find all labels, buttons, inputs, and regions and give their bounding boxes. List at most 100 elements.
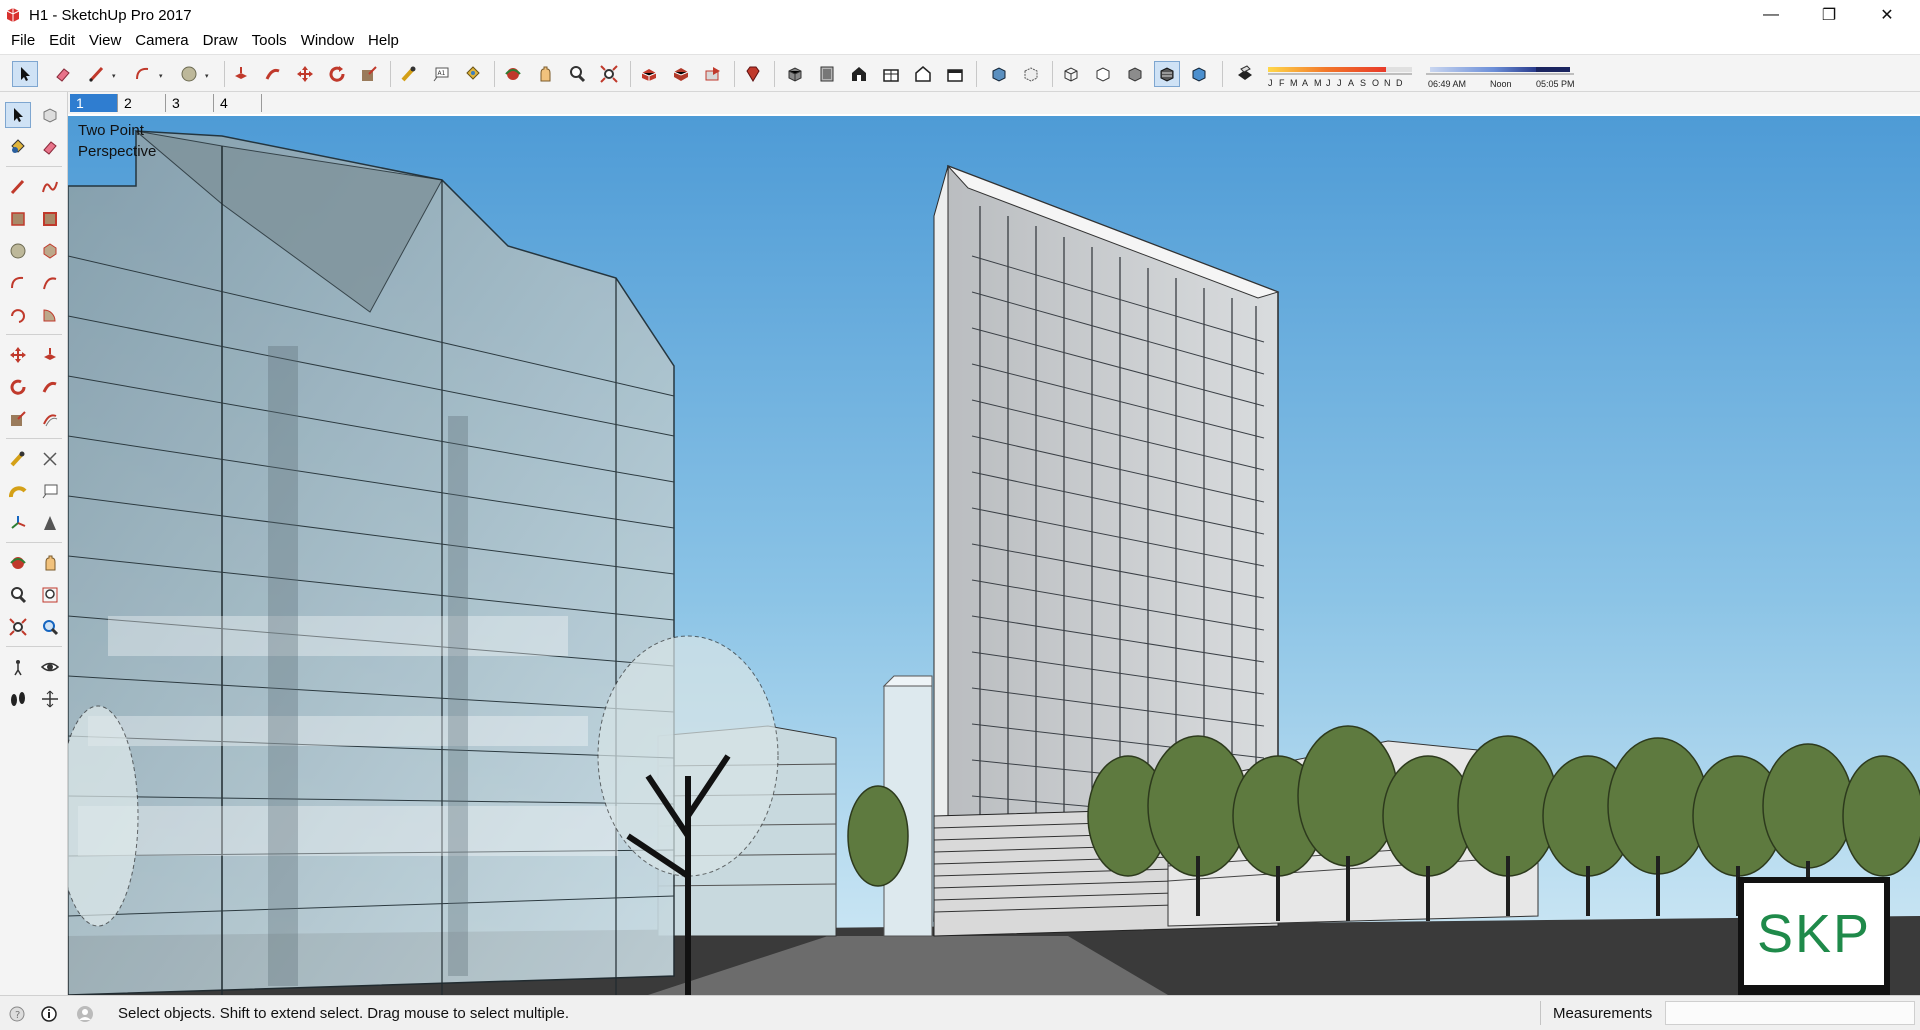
text-icon[interactable] [37,478,63,504]
measurements-input[interactable] [1665,1001,1915,1025]
paint-bucket-icon[interactable] [460,61,486,87]
monochrome-icon[interactable] [1186,61,1212,87]
scene-tab-3[interactable]: 3 [166,94,214,112]
date-slider[interactable] [1266,61,1416,79]
xray-icon[interactable] [986,61,1012,87]
follow-me-icon[interactable] [260,61,286,87]
two-point-arc-icon[interactable] [37,270,63,296]
polygon-icon[interactable] [37,238,63,264]
rectangle-icon[interactable] [5,206,31,232]
text-icon[interactable]: A1 [428,61,454,87]
pan-icon[interactable] [37,550,63,576]
position-camera-icon[interactable] [5,654,31,680]
circle-icon[interactable] [176,61,202,87]
freehand-icon[interactable] [37,174,63,200]
scene-tab-2[interactable]: 2 [118,94,166,112]
menu-file[interactable]: File [4,30,42,52]
warehouse-icon[interactable] [636,61,662,87]
pan-icon[interactable] [532,61,558,87]
select-icon[interactable] [12,61,38,87]
top-view-icon[interactable] [814,61,840,87]
ruby-icon[interactable] [740,61,766,87]
section-plane-icon[interactable] [37,686,63,712]
menu-tools[interactable]: Tools [245,30,294,52]
arc-icon[interactable] [130,61,156,87]
credits-icon[interactable] [40,1005,58,1023]
tape-measure-icon[interactable] [396,61,422,87]
menu-help[interactable]: Help [361,30,406,52]
axes-icon[interactable] [5,510,31,536]
eraser-icon[interactable] [50,61,76,87]
line-icon[interactable] [84,61,110,87]
rotate-icon[interactable] [324,61,350,87]
wireframe-icon[interactable] [1058,61,1084,87]
zoom-icon[interactable] [564,61,590,87]
iso-view-icon[interactable] [782,61,808,87]
select-icon[interactable] [5,102,31,128]
circle-icon[interactable] [5,238,31,264]
back-view-icon[interactable] [910,61,936,87]
shaded-textures-icon[interactable] [1154,61,1180,87]
sketchup-window: H1 - SketchUp Pro 2017 — ❐ ✕ File Edit V… [0,0,1920,1030]
menu-camera[interactable]: Camera [128,30,195,52]
left-view-icon[interactable] [942,61,968,87]
make-component-icon[interactable] [37,102,63,128]
paint-bucket-icon[interactable] [5,134,31,160]
dimension-icon[interactable] [37,446,63,472]
follow-me-icon[interactable] [37,374,63,400]
rotate-icon[interactable] [5,374,31,400]
walk-icon[interactable] [5,686,31,712]
zoom-extents-icon[interactable] [596,61,622,87]
offset-icon[interactable] [37,406,63,432]
share-model-icon[interactable] [668,61,694,87]
circle-dropdown-icon[interactable]: ▾ [205,72,209,80]
zoom-extents-icon[interactable] [5,614,31,640]
3d-text-icon[interactable] [37,510,63,536]
look-around-icon[interactable] [37,654,63,680]
menu-edit[interactable]: Edit [42,30,82,52]
three-point-arc-icon[interactable] [5,302,31,328]
menu-view[interactable]: View [82,30,128,52]
scale-icon[interactable] [5,406,31,432]
pie-icon[interactable] [37,302,63,328]
zoom-icon[interactable] [5,582,31,608]
time-slider[interactable] [1424,61,1584,79]
toolbar-separator [774,61,775,87]
front-view-icon[interactable] [846,61,872,87]
menu-window[interactable]: Window [294,30,361,52]
scale-icon[interactable] [356,61,382,87]
push-pull-icon[interactable] [37,342,63,368]
orbit-icon[interactable] [500,61,526,87]
geo-location-icon[interactable]: ? [8,1005,26,1023]
shaded-icon[interactable] [1122,61,1148,87]
shadows-toggle-icon[interactable] [1232,61,1258,87]
move-icon[interactable] [5,342,31,368]
close-button[interactable]: ✕ [1858,0,1916,30]
restore-button[interactable]: ❐ [1800,0,1858,30]
menu-draw[interactable]: Draw [196,30,245,52]
orbit-icon[interactable] [5,550,31,576]
arc-icon[interactable] [5,270,31,296]
protractor-icon[interactable] [5,478,31,504]
extension-warehouse-icon[interactable] [700,61,726,87]
line-dropdown-icon[interactable]: ▾ [112,72,116,80]
zoom-window-icon[interactable] [37,582,63,608]
push-pull-icon[interactable] [228,61,254,87]
user-account-icon[interactable] [76,1005,94,1023]
rotated-rectangle-icon[interactable] [37,206,63,232]
modeling-viewport[interactable]: Two Point Perspective SKP [68,116,1920,995]
time-end-label: 05:05 PM [1536,79,1575,89]
move-icon[interactable] [292,61,318,87]
time-mid-label: Noon [1490,79,1512,89]
eraser-icon[interactable] [37,134,63,160]
minimize-button[interactable]: — [1742,0,1800,30]
previous-view-icon[interactable] [37,614,63,640]
tape-measure-icon[interactable] [5,446,31,472]
scene-tab-1[interactable]: 1 [70,94,118,112]
scene-tab-4[interactable]: 4 [214,94,262,112]
line-icon[interactable] [5,174,31,200]
hidden-line-icon[interactable] [1090,61,1116,87]
right-view-icon[interactable] [878,61,904,87]
back-edges-icon[interactable] [1018,61,1044,87]
arc-dropdown-icon[interactable]: ▾ [159,72,163,80]
